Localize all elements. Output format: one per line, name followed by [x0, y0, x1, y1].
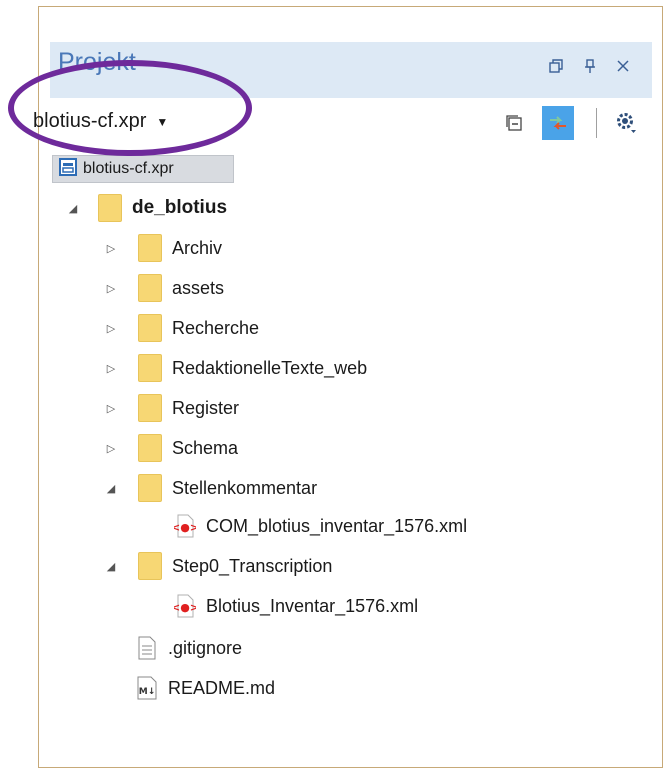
expanded-arrow-icon[interactable]: ◢: [62, 202, 84, 215]
folder-icon: [138, 354, 162, 382]
tree-node-label: Stellenkommentar: [172, 477, 318, 498]
folder-icon: [138, 274, 162, 302]
expanded-arrow-icon[interactable]: ◢: [100, 560, 122, 573]
gear-icon[interactable]: [610, 106, 642, 138]
tree-node-gitignore[interactable]: .gitignore: [136, 628, 242, 668]
tree-node-label: Recherche: [172, 317, 260, 338]
tree-node-label: Schema: [172, 437, 239, 458]
tree-node-readme[interactable]: M↓ README.md: [136, 668, 275, 708]
collapsed-arrow-icon[interactable]: ▷: [100, 322, 122, 335]
close-icon[interactable]: [614, 57, 632, 75]
svg-text:M↓: M↓: [139, 687, 156, 697]
restore-window-icon[interactable]: [547, 57, 565, 75]
tree-node-label: Register: [172, 397, 240, 418]
tree-node-recherche[interactable]: ▷ Recherche: [100, 308, 259, 348]
tree-node-redaktionelletexte-web[interactable]: ▷ RedaktionelleTexte_web: [100, 348, 367, 388]
tree-node-stellenkommentar[interactable]: ◢ Stellenkommentar: [100, 468, 317, 508]
project-selector[interactable]: blotius-cf.xpr ▼: [33, 110, 168, 133]
xml-file-icon: <●>: [174, 593, 196, 619]
folder-icon: [138, 474, 162, 502]
tree-node-label: RedaktionelleTexte_web: [172, 357, 368, 378]
project-file-icon: [59, 157, 77, 181]
caret-down-icon: ▼: [156, 114, 169, 129]
collapsed-arrow-icon[interactable]: ▷: [100, 282, 122, 295]
tree-node-label: de_blotius: [132, 197, 228, 218]
tree-node-com-blotius-inventar[interactable]: <●> COM_blotius_inventar_1576.xml: [174, 506, 467, 546]
tree-node-label: assets: [172, 277, 225, 298]
folder-icon: [98, 194, 122, 222]
expanded-arrow-icon[interactable]: ◢: [100, 482, 122, 495]
link-with-editor-icon[interactable]: [542, 106, 574, 140]
tree-node-label: README.md: [168, 677, 276, 698]
tree-node-de-blotius[interactable]: ◢ de_blotius: [62, 188, 227, 228]
tree-node-label: Step0_Transcription: [172, 555, 333, 576]
collapsed-arrow-icon[interactable]: ▷: [100, 362, 122, 375]
text-file-icon: [136, 635, 158, 661]
tree-node-blotius-inventar[interactable]: <●> Blotius_Inventar_1576.xml: [174, 586, 418, 626]
panel-title: Projekt: [58, 48, 136, 76]
project-file-tab-label: blotius-cf.xpr: [83, 160, 174, 177]
collapsed-arrow-icon[interactable]: ▷: [100, 442, 122, 455]
tree-node-label: Blotius_Inventar_1576.xml: [206, 595, 419, 616]
svg-text:<●>: <●>: [174, 521, 196, 534]
folder-icon: [138, 394, 162, 422]
project-file-tab[interactable]: blotius-cf.xpr: [52, 155, 234, 183]
toolbar-separator: [596, 108, 597, 138]
tree-node-register[interactable]: ▷ Register: [100, 388, 239, 428]
tree-node-label: COM_blotius_inventar_1576.xml: [206, 515, 468, 536]
folder-icon: [138, 234, 162, 262]
collapsed-arrow-icon[interactable]: ▷: [100, 242, 122, 255]
folder-icon: [138, 314, 162, 342]
project-selector-label: blotius-cf.xpr: [33, 110, 147, 132]
folder-icon: [138, 552, 162, 580]
tree-node-label: .gitignore: [168, 637, 243, 658]
markdown-file-icon: M↓: [136, 675, 158, 701]
svg-text:<●>: <●>: [174, 601, 196, 614]
collapsed-arrow-icon[interactable]: ▷: [100, 402, 122, 415]
tree-node-archiv[interactable]: ▷ Archiv: [100, 228, 222, 268]
tree-node-schema[interactable]: ▷ Schema: [100, 428, 238, 468]
folder-icon: [138, 434, 162, 462]
tree-node-label: Archiv: [172, 237, 223, 258]
tree-node-step0-transcription[interactable]: ◢ Step0_Transcription: [100, 546, 332, 586]
pin-icon[interactable]: [581, 57, 599, 75]
xml-file-icon: <●>: [174, 513, 196, 539]
collapse-all-icon[interactable]: [501, 110, 527, 136]
tree-node-assets[interactable]: ▷ assets: [100, 268, 224, 308]
